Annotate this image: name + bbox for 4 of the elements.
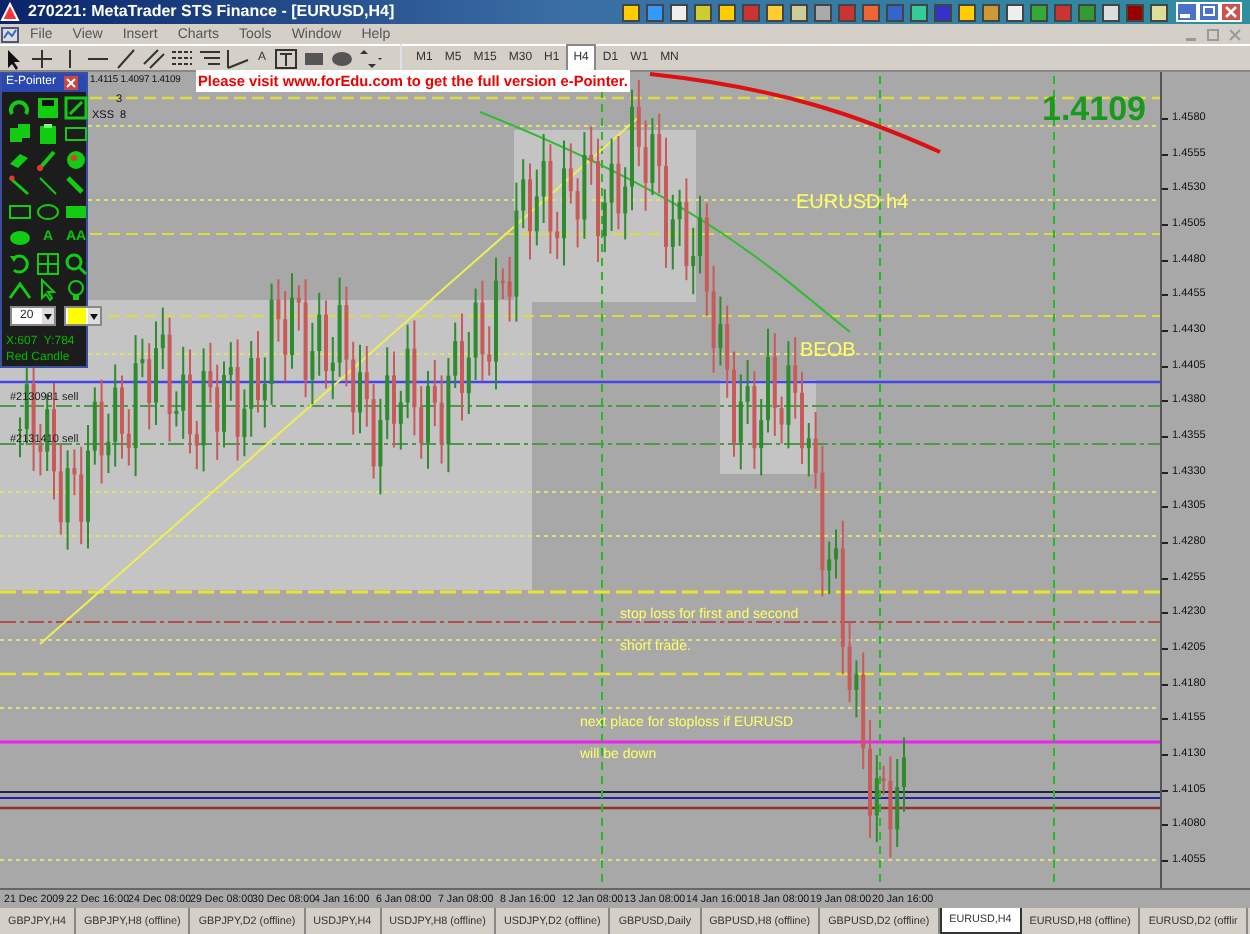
chart-label: EURUSD h4 — [796, 190, 909, 218]
chart-label: BEOB — [800, 338, 856, 366]
window-title: 270221: MetaTrader STS Finance - [EURUSD,H4] — [28, 0, 395, 24]
last-price: 1.4109 — [1042, 88, 1146, 132]
